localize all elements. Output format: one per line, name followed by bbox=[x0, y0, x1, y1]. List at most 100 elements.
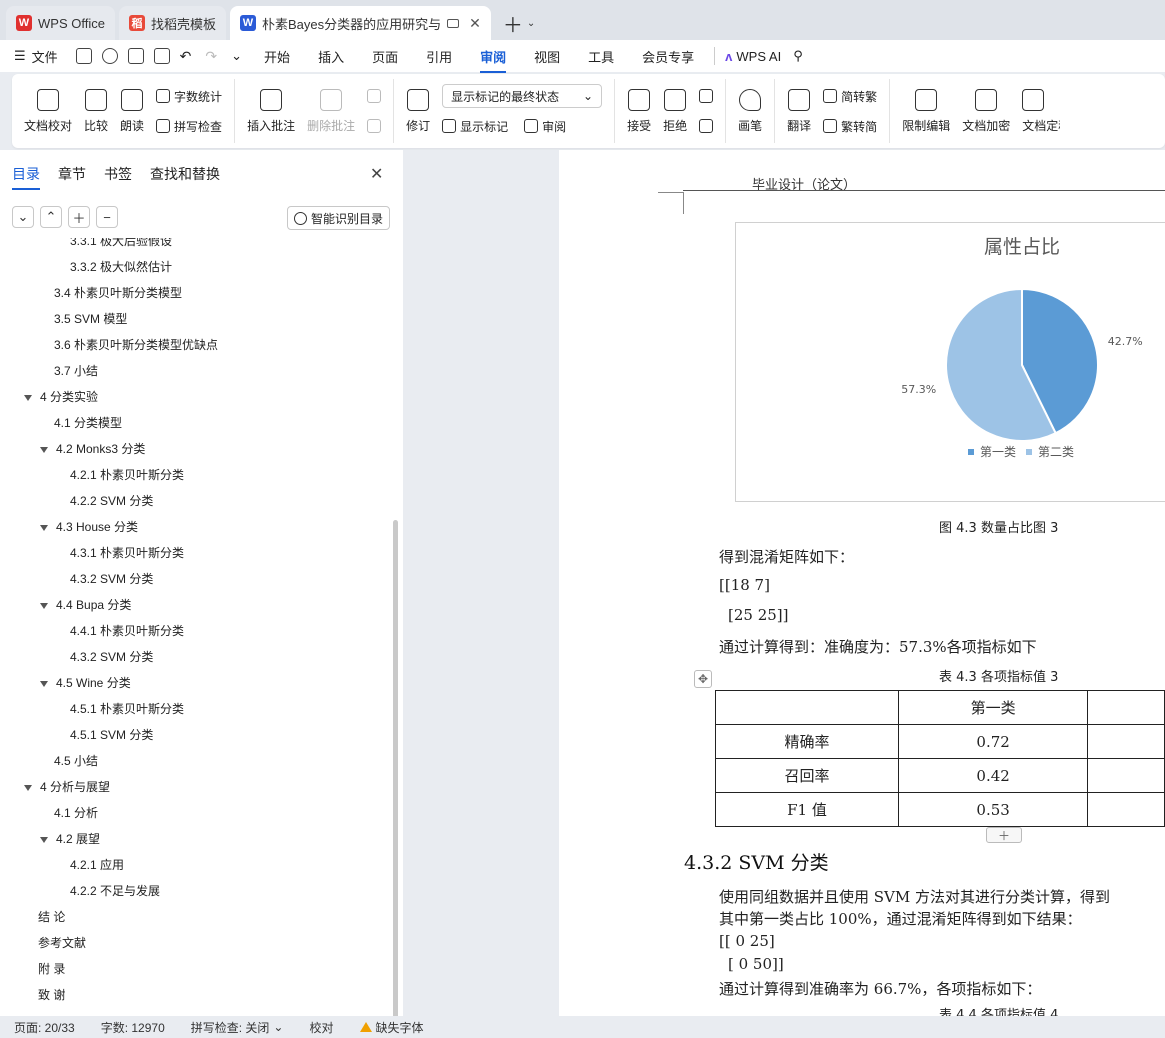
table-cell[interactable]: 第一类 bbox=[897, 690, 1089, 725]
toc-item[interactable]: 4 分类实验 bbox=[24, 388, 98, 405]
toc-item[interactable]: 4.1 分类模型 bbox=[54, 414, 122, 431]
table-cell[interactable] bbox=[1087, 690, 1165, 725]
toc-item[interactable]: 4.4 Bupa 分类 bbox=[40, 596, 131, 613]
table-cell[interactable] bbox=[1087, 792, 1165, 827]
print-preview-icon[interactable] bbox=[153, 48, 170, 64]
toc-item[interactable]: 3.5 SVM 模型 bbox=[54, 310, 127, 327]
translate-button[interactable]: 翻译 bbox=[781, 79, 817, 143]
add-row-button[interactable]: ＋ bbox=[986, 827, 1022, 843]
scrollbar[interactable] bbox=[393, 520, 398, 1020]
close-icon[interactable]: ✕ bbox=[469, 15, 481, 32]
doc-finalize-button[interactable]: 文档定稿 bbox=[1016, 79, 1060, 143]
toc-item[interactable]: 4.5.1 SVM 分类 bbox=[70, 726, 153, 743]
toc-item[interactable]: 4.5 小结 bbox=[54, 752, 98, 769]
toc-item[interactable]: 4.2.1 应用 bbox=[70, 856, 124, 873]
spell-check-indicator[interactable]: 拼写检查: 关闭 ⌄ bbox=[191, 1019, 284, 1036]
menu-file[interactable]: 文件 bbox=[32, 47, 58, 66]
delete-comment-button[interactable]: 删除批注 bbox=[301, 79, 361, 143]
next-change-button[interactable] bbox=[699, 114, 714, 138]
expand-arrow-icon[interactable] bbox=[24, 394, 32, 401]
restrict-edit-button[interactable]: 限制编辑 bbox=[896, 79, 956, 143]
toc-item[interactable]: 4.3.2 SVM 分类 bbox=[70, 648, 153, 665]
wps-ai-button[interactable]: WPS AI bbox=[736, 49, 781, 64]
add-heading-button[interactable]: ＋ bbox=[68, 206, 90, 228]
close-icon[interactable]: ✕ bbox=[370, 164, 383, 184]
tab-docer[interactable]: 稻 找稻壳模板 bbox=[118, 6, 226, 40]
expand-arrow-icon[interactable] bbox=[40, 836, 48, 843]
metrics-table[interactable]: 第一类 精确率 0.72 召回率 0.42 F1 值 0.53 bbox=[715, 690, 1165, 827]
toc-item[interactable]: 4.2.2 不足与发展 bbox=[70, 882, 160, 899]
tab-chapters[interactable]: 章节 bbox=[58, 164, 86, 190]
toc-item[interactable]: 3.4 朴素贝叶斯分类模型 bbox=[54, 284, 182, 301]
menu-home[interactable]: 开始 bbox=[264, 47, 290, 66]
markup-dropdown[interactable]: 显示标记的最终状态 ⌄ bbox=[442, 84, 603, 108]
toc-item[interactable]: 4.1 分析 bbox=[54, 804, 98, 821]
remove-heading-button[interactable]: − bbox=[96, 206, 118, 228]
toc-item[interactable]: 4.5 Wine 分类 bbox=[40, 674, 131, 691]
table-cell[interactable]: 0.53 bbox=[897, 792, 1089, 827]
menu-page[interactable]: 页面 bbox=[372, 47, 398, 66]
page-indicator[interactable]: 页面: 20/33 bbox=[14, 1019, 75, 1036]
table-move-handle[interactable]: ✥ bbox=[694, 670, 712, 688]
toc-item[interactable]: 致 谢 bbox=[38, 986, 65, 1003]
toc-item[interactable]: 参考文献 bbox=[38, 934, 86, 951]
toc-item[interactable]: 3.3.2 极大似然估计 bbox=[70, 258, 172, 275]
doc-encrypt-button[interactable]: 文档加密 bbox=[956, 79, 1016, 143]
spell-check-button[interactable]: 拼写检查 bbox=[156, 114, 222, 138]
chevron-down-icon[interactable]: ⌄ bbox=[527, 18, 535, 29]
print-icon[interactable] bbox=[127, 48, 144, 64]
table-cell[interactable]: 0.42 bbox=[897, 758, 1089, 793]
read-aloud-button[interactable]: 朗读 bbox=[114, 79, 150, 143]
compare-button[interactable]: 比较 bbox=[78, 79, 114, 143]
new-tab-button[interactable]: ＋ ⌄ bbox=[495, 6, 543, 40]
proof-indicator[interactable]: 校对 bbox=[309, 1019, 333, 1036]
collapse-all-button[interactable]: ⌄ bbox=[12, 206, 34, 228]
expand-arrow-icon[interactable] bbox=[40, 524, 48, 531]
document-page[interactable]: 毕业设计（论文） 属性占比 42.7% 57.3% 第一类 第二类 图 4.3 数量… bbox=[559, 150, 1165, 1016]
toc-item[interactable]: 4.2.2 SVM 分类 bbox=[70, 492, 153, 509]
expand-up-button[interactable]: ⌃ bbox=[40, 206, 62, 228]
show-markup-button[interactable]: 显示标记 bbox=[460, 118, 508, 135]
accept-button[interactable]: 接受 bbox=[621, 79, 657, 143]
toc-item[interactable]: 4.3.2 SVM 分类 bbox=[70, 570, 153, 587]
doc-check-button[interactable]: 文档校对 bbox=[18, 79, 78, 143]
toc-item[interactable]: 4.5.1 朴素贝叶斯分类 bbox=[70, 700, 184, 717]
save-icon[interactable] bbox=[75, 48, 92, 64]
hamburger-icon[interactable]: ☰ bbox=[14, 48, 26, 64]
toc-item[interactable]: 结 论 bbox=[38, 908, 65, 925]
expand-arrow-icon[interactable] bbox=[40, 680, 48, 687]
menu-tools[interactable]: 工具 bbox=[588, 47, 614, 66]
toc-item[interactable]: 4.2 展望 bbox=[40, 830, 100, 847]
table-cell[interactable]: 召回率 bbox=[715, 758, 899, 793]
search-icon[interactable]: ⚲ bbox=[793, 48, 803, 64]
toc-item[interactable]: 附 录 bbox=[38, 960, 65, 977]
toc-item[interactable]: 4 分析与展望 bbox=[24, 778, 110, 795]
expand-arrow-icon[interactable] bbox=[40, 602, 48, 609]
pen-button[interactable]: 画笔 bbox=[732, 79, 768, 143]
tab-bookmarks[interactable]: 书签 bbox=[104, 164, 132, 190]
export-icon[interactable] bbox=[101, 48, 118, 64]
expand-arrow-icon[interactable] bbox=[24, 784, 32, 791]
menu-insert[interactable]: 插入 bbox=[318, 47, 344, 66]
insert-comment-button[interactable]: 插入批注 bbox=[241, 79, 301, 143]
menu-member[interactable]: 会员专享 bbox=[642, 47, 694, 66]
table-cell[interactable] bbox=[1087, 724, 1165, 759]
table-cell[interactable] bbox=[715, 690, 899, 725]
monitor-icon[interactable] bbox=[447, 18, 460, 28]
toc-item[interactable]: 4.3.1 朴素贝叶斯分类 bbox=[70, 544, 184, 561]
menu-view[interactable]: 视图 bbox=[534, 47, 560, 66]
toc-item[interactable]: 3.7 小结 bbox=[54, 362, 98, 379]
undo-icon[interactable]: ↶ bbox=[180, 48, 192, 65]
table-cell[interactable]: F1 值 bbox=[715, 792, 899, 827]
toc-item[interactable]: 4.3 House 分类 bbox=[40, 518, 138, 535]
tab-toc[interactable]: 目录 bbox=[12, 164, 40, 190]
toc-item[interactable]: 3.3.1 极大后验假设 bbox=[70, 238, 172, 249]
word-count-button[interactable]: 字数统计 bbox=[156, 84, 222, 108]
next-comment-button[interactable] bbox=[367, 114, 382, 138]
tab-find-replace[interactable]: 查找和替换 bbox=[150, 164, 220, 190]
table-cell[interactable]: 0.72 bbox=[897, 724, 1089, 759]
redo-icon[interactable]: ↷ bbox=[205, 48, 217, 65]
toc-item[interactable]: 3.6 朴素贝叶斯分类模型优缺点 bbox=[54, 336, 218, 353]
missing-font-indicator[interactable]: 缺失字体 bbox=[359, 1019, 424, 1036]
table-cell[interactable]: 精确率 bbox=[715, 724, 899, 759]
